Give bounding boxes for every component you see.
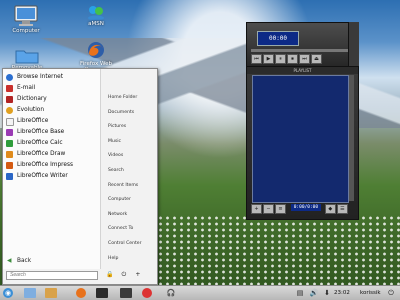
lock-icon[interactable]: 🔒 — [104, 271, 116, 278]
tray-volume-icon[interactable]: 🔊 — [308, 288, 320, 298]
menu-item-libreoffice-base[interactable]: LibreOffice Base — [3, 127, 100, 138]
menu-item-dictionary[interactable]: Dictionary — [3, 94, 100, 105]
play-icon[interactable]: ▶ — [263, 54, 274, 64]
globe-icon — [6, 74, 13, 81]
dictionary-icon — [6, 96, 13, 103]
power-icon[interactable]: ⏻ — [118, 271, 130, 279]
menu-item-browse-internet[interactable]: Browse Internet — [3, 72, 100, 83]
tray-network-icon[interactable]: ▤ — [294, 288, 306, 298]
place-recent-items[interactable]: Recent Items — [101, 179, 157, 194]
place-videos[interactable]: Videos — [101, 149, 157, 164]
places-panel: Home Folder Documents Pictures Music Vid… — [101, 69, 157, 269]
playlist-title: PLAYLIST — [247, 67, 358, 74]
add-icon[interactable]: + — [132, 271, 144, 278]
place-pictures[interactable]: Pictures — [101, 120, 157, 135]
media-player-playlist[interactable]: PLAYLIST + − ≡ 0:00/0:00 ◆ ☰ — [246, 66, 359, 220]
amsn-icon — [88, 6, 104, 20]
tray-update-icon[interactable]: ⬇ — [321, 288, 333, 298]
desktop-icon-computer[interactable]: Computer — [6, 5, 46, 34]
list-options-icon[interactable]: ☰ — [336, 204, 348, 214]
cotton-grass-field — [150, 215, 400, 285]
misc-icon[interactable]: ◆ — [324, 204, 336, 214]
place-connect-to[interactable]: Connect To — [101, 222, 157, 237]
place-help[interactable]: Help — [101, 252, 157, 267]
folder-icon — [15, 50, 39, 64]
power-icon[interactable]: ⏻ — [385, 288, 397, 298]
remove-file-icon[interactable]: − — [263, 204, 274, 214]
previous-icon[interactable]: ⏮ — [251, 54, 262, 64]
next-icon[interactable]: ⏭ — [299, 54, 310, 64]
start-menu: Browse Internet E-mail Dictionary Evolut… — [2, 68, 158, 285]
file-manager-icon[interactable] — [45, 288, 57, 298]
place-control-center[interactable]: Control Center — [101, 237, 157, 252]
user-name[interactable]: korissik — [360, 288, 381, 298]
player-side-panel — [348, 22, 359, 66]
favorites-panel: Browse Internet E-mail Dictionary Evolut… — [3, 69, 101, 269]
start-button[interactable]: ◉ — [3, 288, 13, 298]
place-computer[interactable]: Computer — [101, 193, 157, 208]
place-home-folder[interactable]: Home Folder — [101, 91, 157, 106]
menu-item-evolution[interactable]: Evolution — [3, 105, 100, 116]
menu-item-libreoffice[interactable]: LibreOffice — [3, 116, 100, 127]
writer-icon — [6, 173, 13, 180]
calc-icon — [6, 140, 13, 147]
headphones-icon[interactable]: 🎧 — [165, 288, 177, 298]
menu-item-libreoffice-impress[interactable]: LibreOffice Impress — [3, 160, 100, 171]
place-network[interactable]: Network — [101, 208, 157, 223]
computer-icon — [14, 5, 38, 26]
place-documents[interactable]: Documents — [101, 106, 157, 121]
firefox-icon — [88, 42, 104, 58]
stop-icon[interactable]: ⏹ — [287, 54, 298, 64]
menu-item-email[interactable]: E-mail — [3, 83, 100, 94]
menu-search-input[interactable] — [6, 271, 98, 280]
place-search[interactable]: Search — [101, 164, 157, 179]
show-desktop-icon[interactable] — [24, 288, 36, 298]
menu-item-libreoffice-writer[interactable]: LibreOffice Writer — [3, 171, 100, 182]
base-icon — [6, 129, 13, 136]
add-file-icon[interactable]: + — [251, 204, 262, 214]
time-display: 00:00 — [257, 31, 299, 46]
select-icon[interactable]: ≡ — [275, 204, 286, 214]
evolution-icon — [6, 107, 13, 114]
menu-item-libreoffice-calc[interactable]: LibreOffice Calc — [3, 138, 100, 149]
draw-icon — [6, 151, 13, 158]
playlist-scrollbar[interactable] — [349, 75, 354, 201]
terminal-icon[interactable] — [96, 288, 108, 298]
arrow-left-icon: ◀ — [7, 258, 12, 264]
back-button[interactable]: ◀ Back — [3, 255, 114, 267]
media-player-taskbar-icon[interactable] — [120, 288, 132, 298]
pause-icon[interactable]: ⏸ — [275, 54, 286, 64]
firefox-icon[interactable] — [76, 288, 86, 298]
desktop-icon-amsn[interactable]: aMSN — [76, 4, 116, 27]
taskbar-clock[interactable]: 23:02 — [334, 288, 350, 298]
playlist-time-display: 0:00/0:00 — [290, 204, 321, 211]
chrome-icon[interactable] — [142, 288, 152, 298]
place-music[interactable]: Music — [101, 135, 157, 150]
eject-icon[interactable]: ⏏ — [311, 54, 322, 64]
taskbar: ◉ 🎧 ▤ 🔊 ⬇ 23:02 korissik ⏻ — [0, 285, 400, 300]
libreoffice-icon — [6, 118, 14, 126]
playlist-area[interactable] — [252, 75, 349, 203]
mail-icon — [6, 85, 13, 92]
seek-bar[interactable] — [251, 49, 351, 52]
menu-item-libreoffice-draw[interactable]: LibreOffice Draw — [3, 149, 100, 160]
media-player-main[interactable]: 00:00 ⏮▶⏸⏹⏭⏏ ✕ — [246, 22, 359, 68]
playback-controls: ⏮ ▶ ⏸ ⏹ ⏭ ⏏ — [251, 54, 355, 64]
menu-tools: 🔒 ⏻ + — [104, 271, 154, 281]
impress-icon — [6, 162, 13, 169]
playlist-controls: + − ≡ 0:00/0:00 ◆ ☰ — [251, 204, 355, 214]
